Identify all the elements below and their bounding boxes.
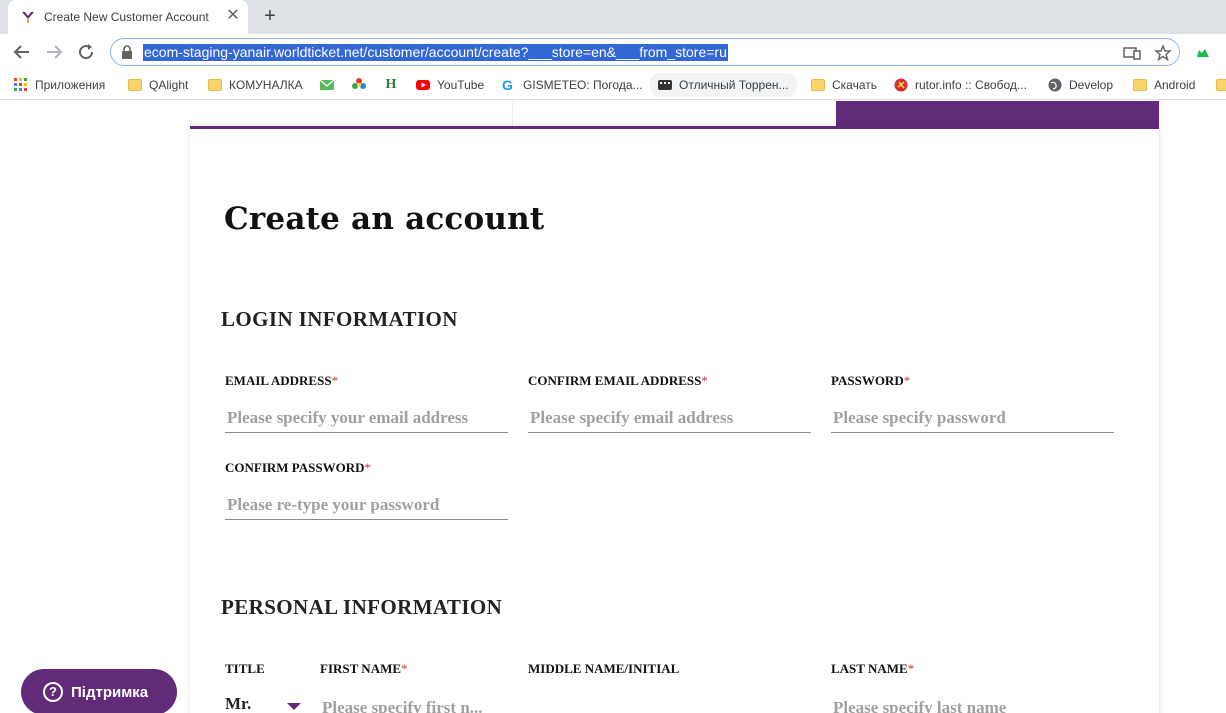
required-marker: * bbox=[907, 661, 915, 676]
folder-icon bbox=[208, 79, 222, 91]
bookmark-label: КОМУНАЛКА bbox=[229, 78, 303, 92]
bookmark-qalight[interactable]: QAlight bbox=[128, 76, 188, 94]
bookmark-star-icon[interactable] bbox=[1154, 44, 1172, 62]
install-app-icon[interactable] bbox=[1123, 44, 1141, 62]
chevron-down-icon bbox=[287, 703, 301, 710]
title-select[interactable]: Mr. bbox=[225, 694, 305, 713]
extension-icon[interactable] bbox=[1196, 48, 1210, 58]
bookmark-apps[interactable]: Приложения bbox=[14, 76, 105, 94]
middle-name-input[interactable] bbox=[528, 693, 811, 713]
title-field: TITLE bbox=[225, 661, 305, 677]
page-title: Create an account bbox=[224, 201, 545, 237]
page-viewport: Create an account LOGIN INFORMATION EMAI… bbox=[0, 101, 1226, 713]
tab-close-icon[interactable]: ✕ bbox=[224, 7, 242, 25]
help-question-icon: ? bbox=[43, 682, 63, 702]
login-section-title: LOGIN INFORMATION bbox=[221, 307, 458, 331]
required-marker: * bbox=[701, 373, 708, 388]
bookmark-gismeteo[interactable]: G GISMETEO: Погода... bbox=[502, 76, 643, 94]
mail-icon bbox=[320, 79, 334, 90]
required-marker: * bbox=[331, 373, 339, 388]
url-text[interactable]: ecom-staging-yanair.worldticket.net/cust… bbox=[143, 44, 728, 61]
browser-tabstrip: Create New Customer Account ✕ + bbox=[0, 0, 1226, 34]
forward-arrow-icon[interactable] bbox=[42, 40, 66, 64]
rutor-icon bbox=[894, 78, 908, 92]
bookmark-youtube[interactable]: YouTube bbox=[416, 76, 484, 94]
password-field: PASSWORD* bbox=[831, 373, 1114, 433]
bookmark-komunalka[interactable]: КОМУНАЛКА bbox=[208, 76, 303, 94]
confirm-email-label: CONFIRM EMAIL ADDRESS* bbox=[528, 373, 708, 388]
email-label: EMAIL ADDRESS* bbox=[225, 373, 339, 388]
bookmark-android[interactable]: Android bbox=[1133, 76, 1195, 94]
address-bar[interactable]: ecom-staging-yanair.worldticket.net/cust… bbox=[110, 38, 1180, 66]
star-flower-icon bbox=[352, 78, 366, 89]
last-name-label: LAST NAME* bbox=[831, 661, 915, 676]
confirm-email-input[interactable] bbox=[528, 403, 811, 433]
bookmarks-bar: Приложения QAlight КОМУНАЛКА H YouTube G… bbox=[0, 70, 1226, 100]
h-letter-icon: H bbox=[385, 77, 397, 92]
back-arrow-icon[interactable] bbox=[10, 40, 34, 64]
folder-icon bbox=[1133, 79, 1147, 91]
email-input[interactable] bbox=[225, 403, 508, 433]
bookmark-mail[interactable] bbox=[320, 76, 341, 94]
reload-icon[interactable] bbox=[74, 40, 98, 64]
apps-grid-icon bbox=[14, 78, 27, 91]
globe-icon bbox=[1048, 78, 1062, 92]
folder-icon bbox=[128, 79, 142, 91]
site-favicon-icon bbox=[22, 12, 34, 23]
folder-icon bbox=[1216, 79, 1226, 91]
title-label: TITLE bbox=[225, 661, 265, 676]
required-marker: * bbox=[903, 373, 911, 388]
last-name-field: LAST NAME* bbox=[831, 661, 1114, 713]
bookmark-h[interactable]: H bbox=[384, 76, 405, 94]
youtube-icon bbox=[416, 80, 430, 90]
bookmark-label: YouTube bbox=[437, 78, 485, 92]
password-label: PASSWORD* bbox=[831, 373, 911, 388]
bookmark-torrent[interactable]: Отличный Торрен... bbox=[650, 73, 797, 97]
first-name-label: FIRST NAME* bbox=[320, 661, 408, 676]
confirm-password-field: CONFIRM PASSWORD* bbox=[225, 460, 508, 520]
bookmark-label: QAlight bbox=[149, 78, 189, 92]
film-icon bbox=[658, 80, 672, 90]
email-field: EMAIL ADDRESS* bbox=[225, 373, 508, 433]
header-divider bbox=[512, 101, 513, 126]
bookmark-flower[interactable] bbox=[352, 76, 373, 94]
bookmark-label: Скачать bbox=[832, 78, 877, 92]
required-marker: * bbox=[364, 460, 372, 475]
browser-tab[interactable]: Create New Customer Account ✕ bbox=[8, 0, 248, 34]
bookmark-label: Android bbox=[1154, 78, 1196, 92]
first-name-input[interactable] bbox=[320, 693, 510, 713]
bookmark-label: GISMETEO: Погода... bbox=[523, 78, 643, 92]
title-value: Mr. bbox=[225, 694, 252, 713]
bookmark-label: rutor.info :: Свобод... bbox=[915, 78, 1027, 92]
bookmark-overflow[interactable] bbox=[1216, 76, 1226, 94]
header-accent-bar bbox=[836, 101, 1159, 128]
required-marker: * bbox=[401, 661, 408, 676]
gismeteo-icon: G bbox=[502, 77, 513, 93]
tab-title: Create New Customer Account bbox=[44, 10, 209, 24]
confirm-password-input[interactable] bbox=[225, 490, 508, 520]
bookmark-label: Develop bbox=[1069, 78, 1114, 92]
first-name-field: FIRST NAME* bbox=[320, 661, 510, 713]
bookmark-develop[interactable]: Develop bbox=[1048, 76, 1113, 94]
bookmark-label: Отличный Торрен... bbox=[679, 78, 789, 92]
folder-icon bbox=[811, 79, 825, 91]
middle-name-field: MIDDLE NAME/INITIAL bbox=[528, 661, 811, 713]
new-tab-icon[interactable]: + bbox=[260, 6, 280, 26]
last-name-input[interactable] bbox=[831, 693, 1114, 713]
bookmark-label: Приложения bbox=[35, 78, 106, 92]
browser-toolbar: ecom-staging-yanair.worldticket.net/cust… bbox=[0, 34, 1226, 70]
password-input[interactable] bbox=[831, 403, 1114, 433]
account-form-card: Create an account LOGIN INFORMATION EMAI… bbox=[190, 126, 1159, 713]
support-button-label: Підтримка bbox=[71, 683, 149, 701]
confirm-email-field: CONFIRM EMAIL ADDRESS* bbox=[528, 373, 811, 433]
bookmark-download[interactable]: Скачать bbox=[811, 76, 877, 94]
bookmark-rutor[interactable]: rutor.info :: Свобод... bbox=[894, 76, 1027, 94]
confirm-password-label: CONFIRM PASSWORD* bbox=[225, 460, 372, 475]
lock-icon bbox=[122, 45, 132, 59]
middle-name-label: MIDDLE NAME/INITIAL bbox=[528, 661, 680, 676]
support-button[interactable]: ? Підтримка bbox=[21, 669, 177, 713]
personal-section-title: PERSONAL INFORMATION bbox=[221, 595, 503, 619]
